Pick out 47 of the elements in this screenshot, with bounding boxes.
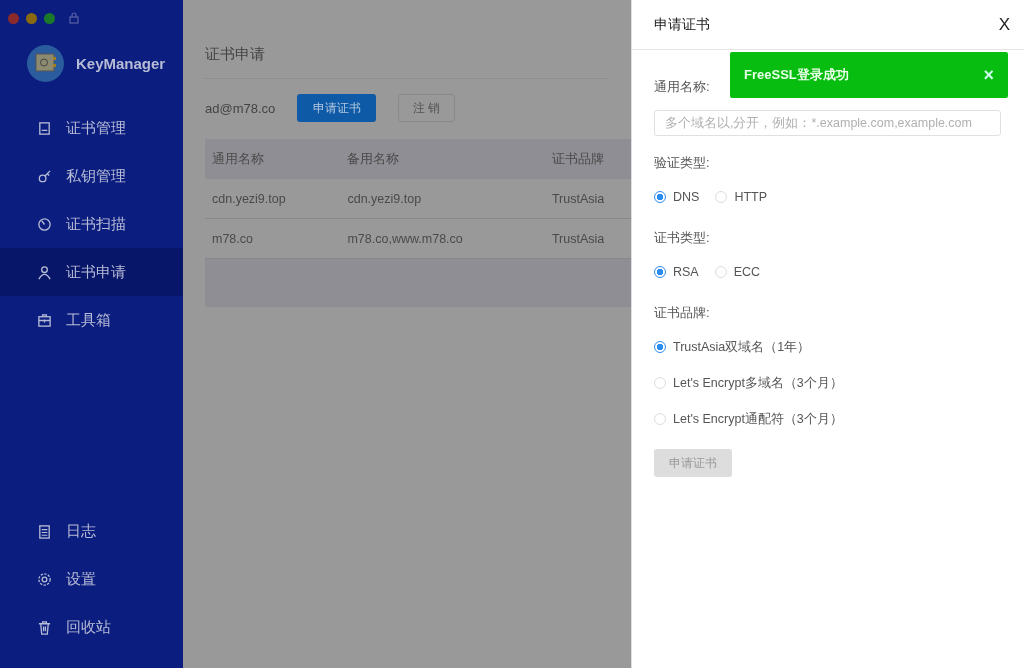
drawer-title: 申请证书 (654, 15, 710, 34)
sidebar-item[interactable]: 证书申请 (0, 248, 183, 296)
minimize-window-button[interactable] (26, 12, 37, 24)
domain-input-field[interactable]: 多个域名以,分开，例如：*.example.com,example.com (654, 110, 1001, 136)
sidebar-item[interactable]: 日志 (0, 507, 183, 555)
sidebar-item[interactable]: 设置 (0, 555, 183, 603)
settings-icon (37, 571, 52, 587)
page-title: 证书申请 (205, 0, 609, 79)
sidebar-item[interactable]: 回收站 (0, 603, 183, 651)
sidebar-item[interactable]: 证书管理 (0, 104, 183, 152)
user-icon (37, 264, 52, 280)
field-label: 验证类型: (654, 154, 711, 172)
radio-option[interactable]: TrustAsia双域名（1年） (654, 337, 1002, 357)
table-cell: m78.co (205, 218, 341, 259)
table-cell: m78.co,www.m78.co (340, 218, 545, 259)
radio-option[interactable]: RSA (654, 262, 699, 282)
lock-icon[interactable] (68, 12, 80, 24)
radio-option[interactable]: Let's Encrypt多域名（3个月） (654, 373, 1002, 393)
field-label: 证书品牌: (654, 304, 711, 322)
toast-message: FreeSSL登录成功 (744, 66, 849, 84)
field-label: 通用名称: (654, 78, 711, 96)
column-header: 通用名称 (205, 139, 341, 179)
table-cell: cdn.yezi9.top (205, 179, 341, 219)
document-icon (37, 120, 52, 136)
zoom-window-button[interactable] (44, 12, 55, 24)
clipboard-icon (37, 523, 52, 539)
account-email: ad@m78.co (205, 100, 276, 116)
field-label: 证书类型: (654, 229, 711, 247)
radio-option[interactable]: HTTP (715, 187, 768, 207)
column-header: 备用名称 (340, 139, 545, 179)
radio-option[interactable]: ECC (714, 262, 761, 282)
trash-icon (37, 619, 52, 635)
toolbox-icon (37, 312, 52, 328)
close-window-button[interactable] (8, 12, 19, 24)
radio-option[interactable]: Let's Encrypt通配符（3个月） (654, 409, 1002, 429)
radio-option[interactable]: DNS (654, 187, 700, 207)
sidebar-item[interactable]: 私钥管理 (0, 152, 183, 200)
apply-certificate-button[interactable]: 申请证书 (297, 94, 377, 122)
column-header: 证书品牌 (544, 139, 631, 179)
sidebar-item[interactable]: 工具箱 (0, 296, 183, 344)
key-icon (37, 168, 52, 184)
safe-logo-icon (27, 44, 64, 82)
close-button[interactable]: X (998, 14, 1010, 35)
app-name: KeyManager (76, 54, 166, 72)
sidebar-item[interactable]: 证书扫描 (0, 200, 183, 248)
table-cell: cdn.yezi9.top (340, 179, 545, 219)
clock-icon (37, 216, 52, 232)
